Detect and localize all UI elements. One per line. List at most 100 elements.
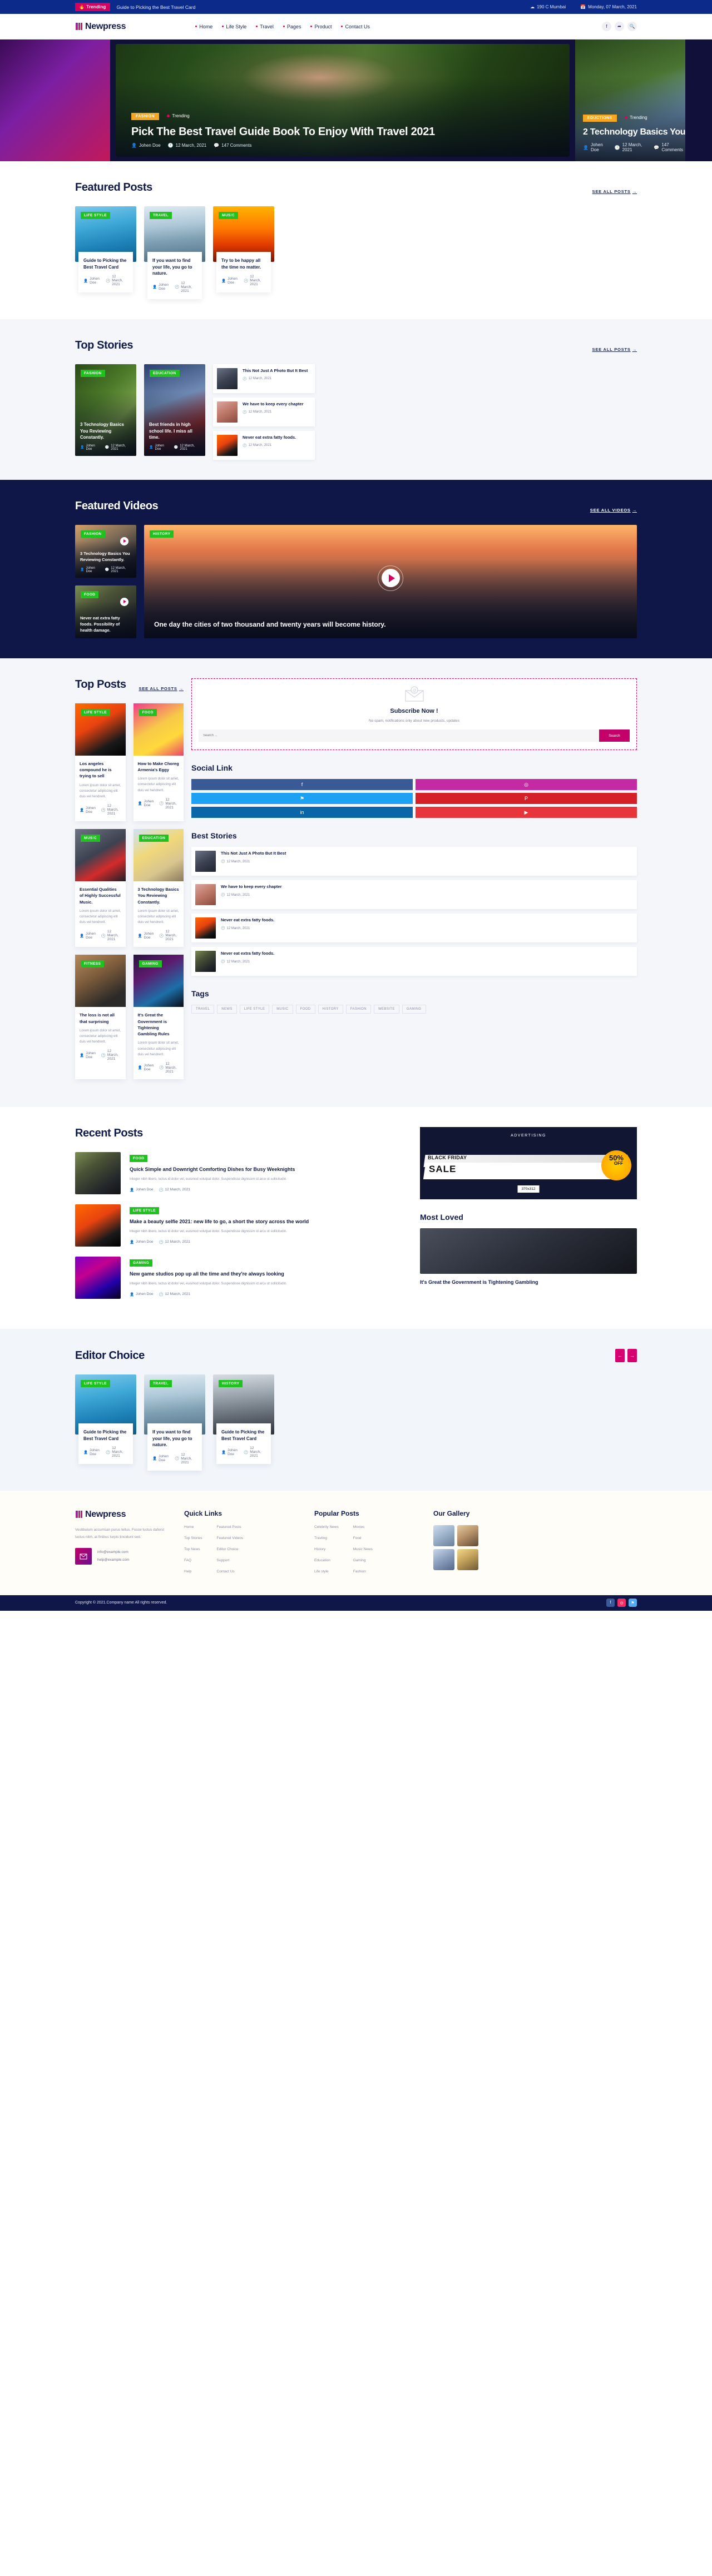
footer-link[interactable]: Food [353, 1536, 373, 1540]
instagram-icon[interactable]: ◎ [416, 779, 637, 791]
story-title[interactable]: Never eat extra fatty foods. [243, 435, 296, 441]
top-post-card[interactable]: MUSIC Essential Qualities of Highly Succ… [75, 829, 126, 947]
story-list-item[interactable]: This Not Just A Photo But It Best 🕐 12 Ma… [191, 847, 637, 876]
category-badge[interactable]: FOOD [130, 1154, 148, 1162]
hero-slider[interactable]: FASHION Trending Pick The Best Travel Gu… [0, 39, 712, 161]
hero-category-badge[interactable]: FASHION [131, 112, 159, 120]
top-post-card[interactable]: EDUCATION 3 Technology Basics You Review… [133, 829, 184, 947]
video-title[interactable]: Never eat extra fatty foods. Possibility… [80, 616, 131, 634]
twitter-icon[interactable]: ➦ [615, 22, 624, 31]
story-title[interactable]: We have to keep every chapter [243, 401, 304, 408]
footer-brand-logo[interactable]: Newpress [75, 1510, 171, 1520]
footer-link[interactable]: Editor Choice [217, 1547, 244, 1551]
tag-item[interactable]: FASHION [345, 1005, 371, 1014]
story-list-item[interactable]: Never eat extra fatty foods. 🕐 12 March, … [191, 914, 637, 943]
pinterest-icon[interactable]: P [416, 793, 637, 805]
arrow-left-icon[interactable]: ← [615, 1348, 625, 1362]
featured-post-card[interactable]: TRAVEL If you want to find your life, yo… [144, 206, 205, 299]
hero-next-title[interactable]: 2 Technology Basics You Reviewing Consta… [583, 127, 685, 138]
recent-post-item[interactable]: FOOD Quick Simple and Downright Comforti… [75, 1151, 409, 1194]
footer-link[interactable]: Support [217, 1558, 244, 1562]
twitter-icon[interactable]: ⚑ [191, 793, 413, 805]
gallery-image[interactable] [433, 1525, 454, 1546]
top-story-card[interactable]: FASHION 3 Technology Basics You Reviewin… [75, 364, 136, 456]
story-title[interactable]: This Not Just A Photo But It Best [243, 368, 308, 374]
category-badge[interactable]: FOOD [139, 708, 157, 716]
linkedin-icon[interactable]: in [191, 807, 413, 818]
tag-item[interactable]: MUSIC [272, 1005, 293, 1014]
facebook-icon[interactable]: f [606, 1599, 615, 1607]
nav-item-product[interactable]: Product [310, 24, 332, 29]
post-title[interactable]: Guide to Picking the Best Travel Card [83, 1429, 128, 1442]
story-list-item[interactable]: This Not Just A Photo But It Best 🕐 12 Ma… [213, 364, 315, 393]
story-list-item[interactable]: We have to keep every chapter 🕐 12 March,… [213, 397, 315, 426]
top-post-card[interactable]: FITNESS The loss is not all that surpris… [75, 955, 126, 1079]
tag-item[interactable]: GAMING [402, 1005, 426, 1014]
footer-link[interactable]: Education [314, 1558, 339, 1562]
story-list-item[interactable]: Never eat extra fatty foods. 🕐 12 March, … [191, 947, 637, 976]
category-badge[interactable]: LIFE STYLE [81, 708, 110, 716]
top-story-card[interactable]: EDUCATION Best friends in high school li… [144, 364, 205, 456]
category-badge[interactable]: GAMING [139, 960, 162, 968]
advertising-banner[interactable]: ADVERTISING BLACK FRIDAY SALE 50% OFF 37… [420, 1126, 637, 1199]
tag-item[interactable]: WEBSITE [373, 1005, 399, 1014]
footer-link[interactable]: Top Stories [184, 1536, 202, 1540]
footer-link[interactable]: Celebrity News [314, 1525, 339, 1529]
footer-link[interactable]: Featured Posts [217, 1525, 244, 1529]
editor-choice-card[interactable]: HISTORY Guide to Picking the Best Travel… [213, 1374, 274, 1471]
category-badge[interactable]: TRAVEL [150, 1379, 172, 1387]
post-title[interactable]: If you want to find your life, you go to… [152, 257, 197, 277]
category-badge[interactable]: EDUCATION [150, 369, 180, 377]
category-badge[interactable]: MUSIC [219, 212, 238, 219]
footer-link[interactable]: Home [184, 1525, 202, 1529]
footer-link[interactable]: Help [184, 1570, 202, 1574]
hero-title[interactable]: Pick The Best Travel Guide Book To Enjoy… [131, 125, 554, 138]
featured-video-main[interactable]: HISTORY One day the cities of two thousa… [144, 524, 637, 638]
footer-email-2[interactable]: help@example.com [97, 1556, 130, 1564]
nav-item-life-style[interactable]: Life Style [222, 24, 246, 29]
footer-email-1[interactable]: info@example.com [97, 1548, 130, 1556]
hero-slide-prev[interactable] [0, 39, 110, 161]
footer-link[interactable]: Gaming [353, 1558, 373, 1562]
editor-choice-card[interactable]: LIFE STYLE Guide to Picking the Best Tra… [75, 1374, 136, 1471]
story-list-item[interactable]: We have to keep every chapter 🕐 12 March,… [191, 880, 637, 910]
facebook-icon[interactable]: f [602, 22, 611, 31]
category-badge[interactable]: HISTORY [219, 1379, 243, 1387]
trending-headline[interactable]: Guide to Picking the Best Travel Card [117, 4, 196, 10]
hero-slide-next[interactable]: EDUCTIONS Trending 2 Technology Basics Y… [575, 39, 685, 161]
post-title[interactable]: It's Great the Government is Tightening … [420, 1279, 637, 1287]
footer-link[interactable]: Travling [314, 1536, 339, 1540]
post-title[interactable]: New game studios pop up all the time and… [130, 1270, 287, 1278]
top-post-card[interactable]: LIFE STYLE Los angeles compound he is tr… [75, 703, 126, 822]
arrow-right-icon[interactable]: → [627, 1348, 637, 1362]
nav-item-home[interactable]: Home [195, 24, 212, 29]
post-title[interactable]: Guide to Picking the Best Travel Card [83, 257, 128, 270]
see-all-posts-link[interactable]: SEE ALL POSTS → [592, 347, 637, 352]
story-title[interactable]: Best friends in high school life. I miss… [149, 421, 200, 441]
tag-item[interactable]: FOOD [295, 1005, 315, 1014]
footer-link[interactable]: Top News [184, 1547, 202, 1551]
featured-post-card[interactable]: LIFE STYLE Guide to Picking the Best Tra… [75, 206, 136, 299]
post-title[interactable]: Make a beauty selfie 2021: new life to g… [130, 1218, 309, 1226]
post-title[interactable]: Guide to Picking the Best Travel Card [221, 1429, 266, 1442]
post-title[interactable]: Essential Qualities of Highly Successful… [80, 886, 121, 905]
category-badge[interactable]: LIFE STYLE [81, 1379, 110, 1387]
play-button-large-icon[interactable] [378, 565, 403, 591]
brand-logo[interactable]: Newpress [75, 22, 126, 32]
featured-post-card[interactable]: MUSIC Try to be happy all the time no ma… [213, 206, 274, 299]
video-title[interactable]: One day the cities of two thousand and t… [154, 620, 627, 629]
nav-item-pages[interactable]: Pages [283, 24, 301, 29]
see-all-posts-link[interactable]: SEE ALL POSTS → [592, 189, 637, 194]
video-card[interactable]: FASHION 3 Technology Basics You Reviewin… [75, 524, 136, 578]
gallery-image[interactable] [433, 1548, 454, 1570]
tag-item[interactable]: TRAVEL [191, 1005, 215, 1014]
top-post-card[interactable]: GAMING It's Great the Government is Tigh… [133, 955, 184, 1079]
category-badge[interactable]: FASHION [81, 530, 105, 538]
footer-link[interactable]: Contact Us [217, 1570, 244, 1574]
recent-post-item[interactable]: GAMING New game studios pop up all the t… [75, 1256, 409, 1299]
footer-link[interactable]: Life style [314, 1570, 339, 1574]
editor-choice-card[interactable]: TRAVEL If you want to find your life, yo… [144, 1374, 205, 1471]
story-title[interactable]: Never eat extra fatty foods. [221, 951, 274, 957]
story-title[interactable]: This Not Just A Photo But It Best [221, 851, 286, 857]
tag-item[interactable]: LIFE STYLE [239, 1005, 270, 1014]
